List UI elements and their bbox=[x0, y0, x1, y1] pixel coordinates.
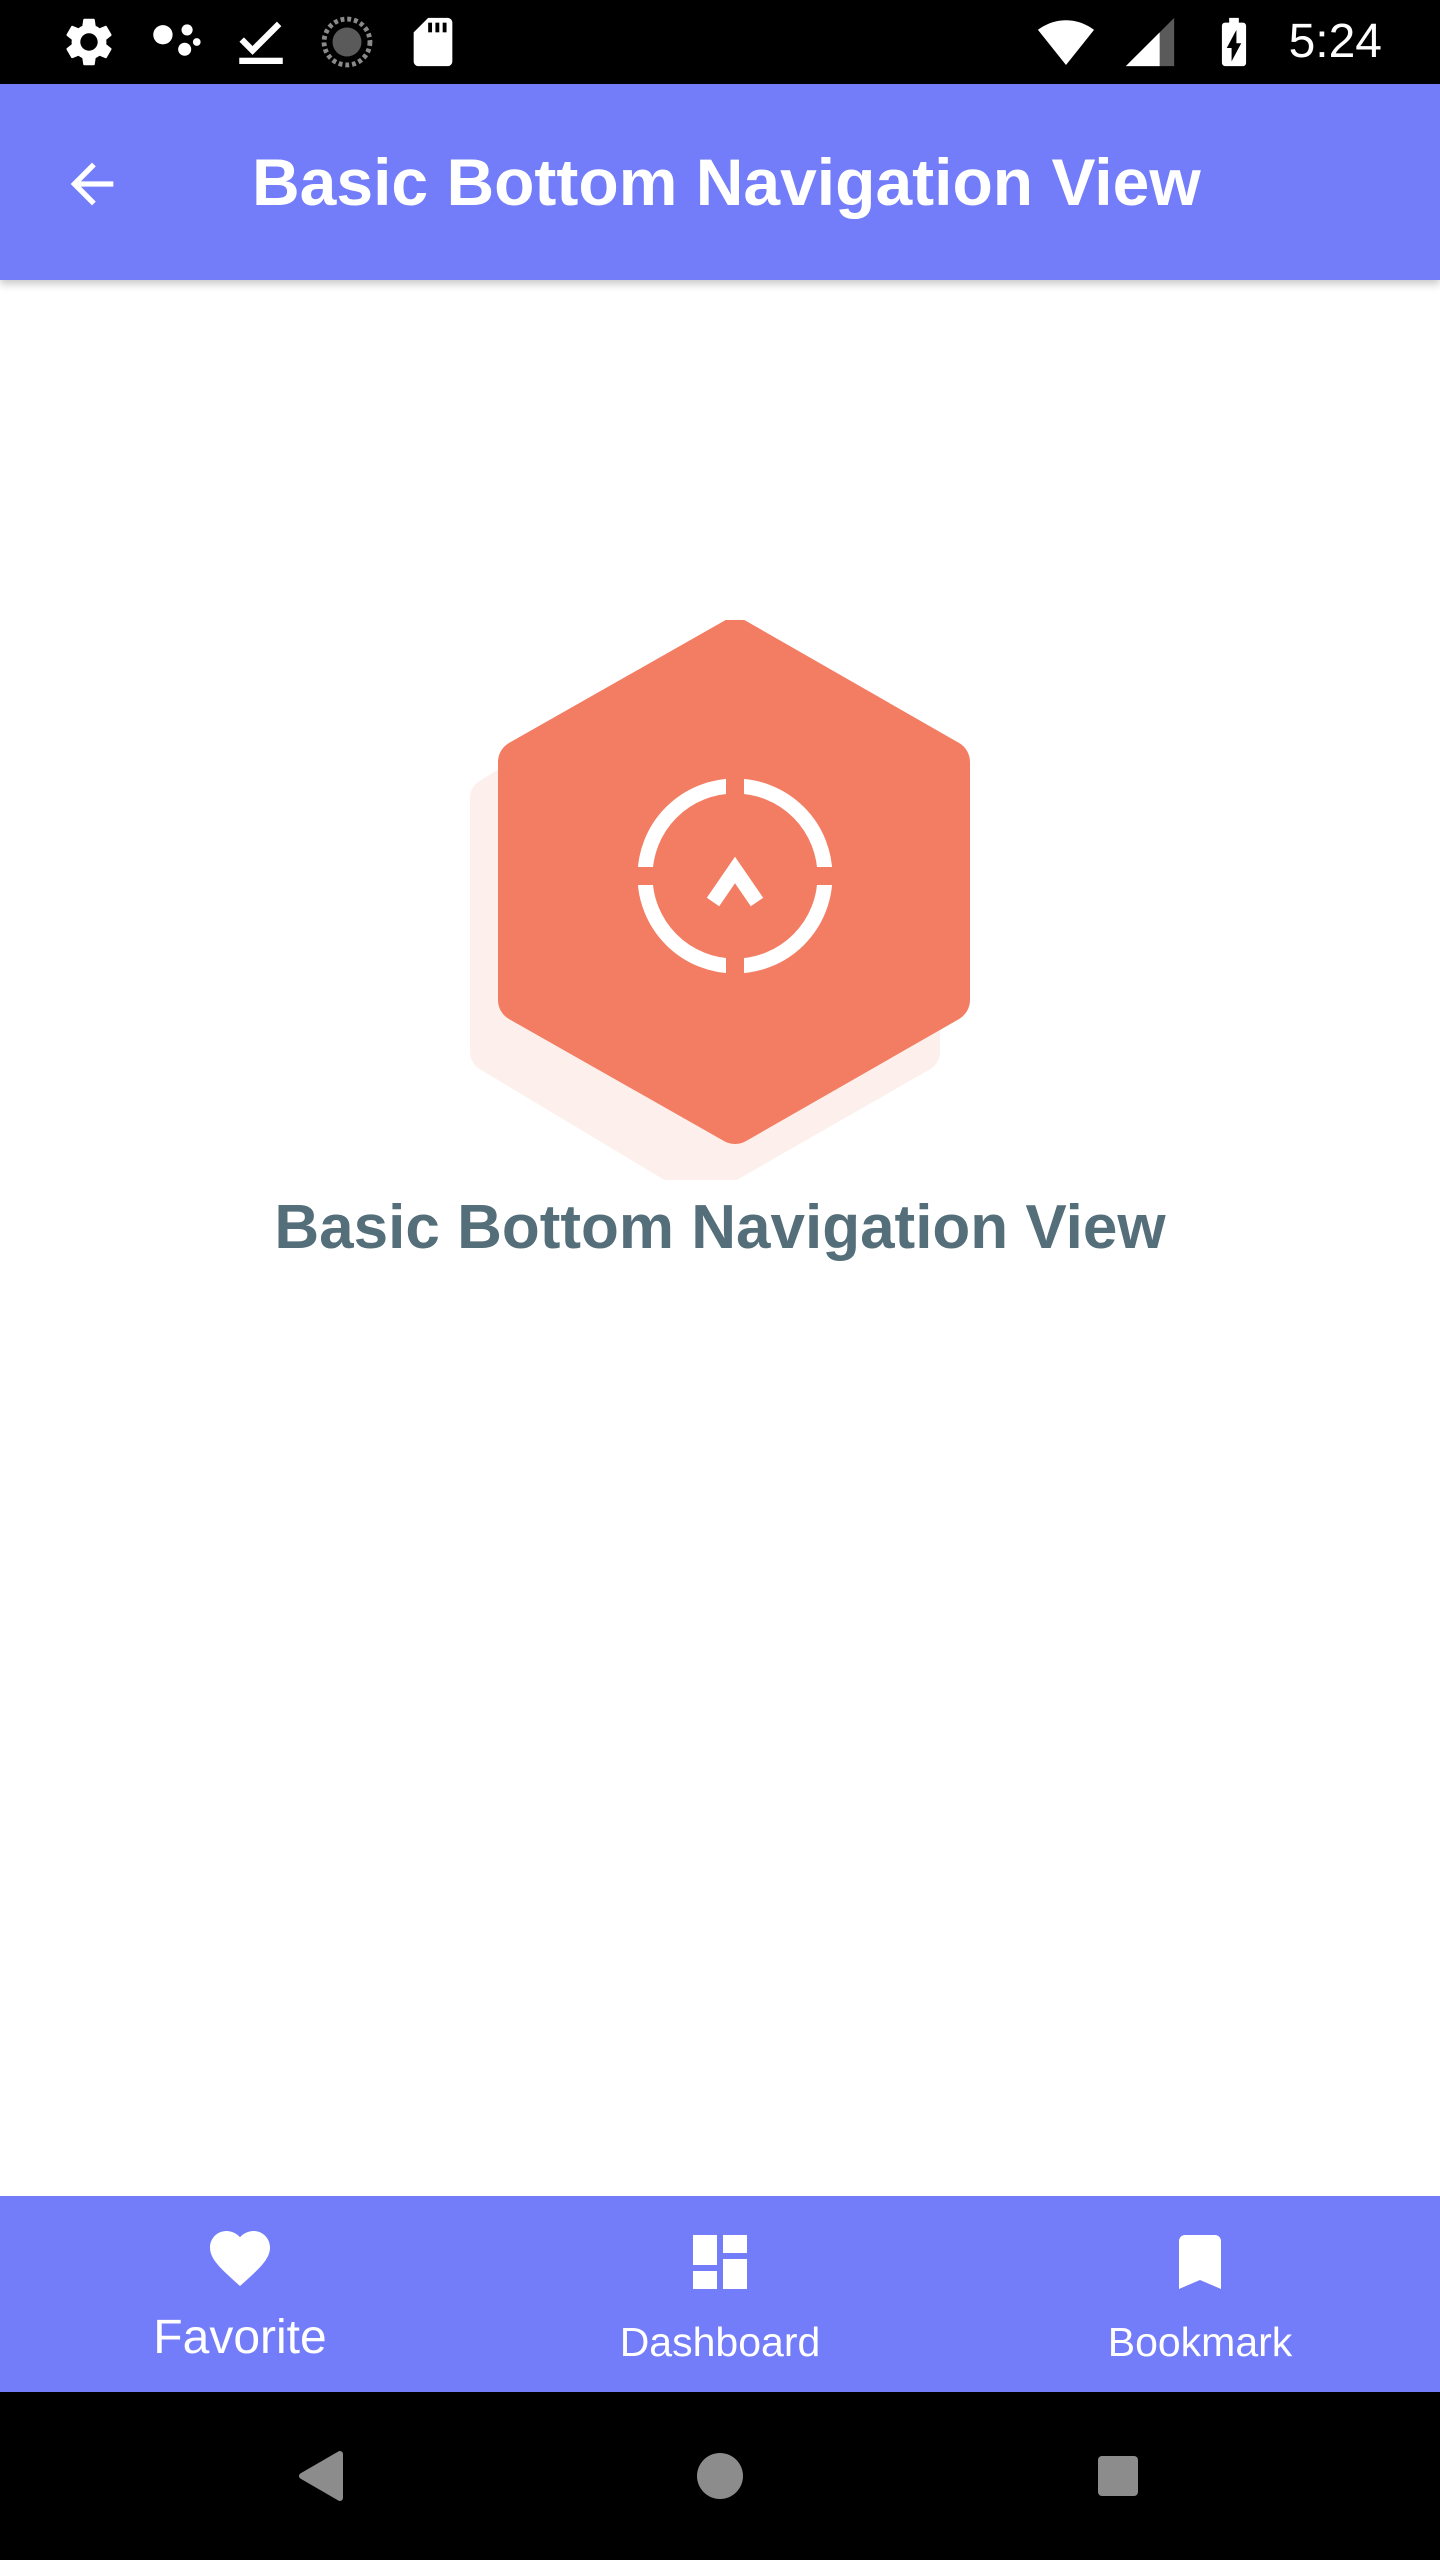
nav-label-dashboard: Dashboard bbox=[619, 2319, 821, 2365]
heart-icon bbox=[210, 2231, 270, 2287]
back-button[interactable] bbox=[44, 136, 140, 232]
status-right-icons: 5:24 bbox=[1037, 0, 1382, 84]
wifi-icon bbox=[1037, 20, 1094, 65]
assistant-icon bbox=[153, 24, 201, 56]
home-circle-icon bbox=[697, 2453, 743, 2499]
arrow-back-icon bbox=[70, 162, 114, 206]
bottom-navigation: Favorite Dashboard Bookmark bbox=[0, 2196, 1440, 2392]
app-bar: Basic Bottom Navigation View bbox=[0, 84, 1440, 280]
signal-icon bbox=[1125, 17, 1174, 67]
status-time: 5:24 bbox=[1288, 15, 1382, 68]
system-recents-button[interactable] bbox=[1068, 2426, 1168, 2526]
status-bar: 5:24 bbox=[0, 0, 1440, 84]
target-hexagon-icon bbox=[470, 620, 970, 1180]
battery-charging-icon bbox=[1221, 17, 1246, 67]
settings-icon bbox=[66, 18, 112, 66]
sd-card-icon bbox=[413, 17, 453, 67]
nav-item-bookmark[interactable]: Bookmark bbox=[960, 2196, 1440, 2392]
nav-label-bookmark: Bookmark bbox=[1107, 2319, 1293, 2365]
system-navigation-bar bbox=[0, 2392, 1440, 2560]
system-home-button[interactable] bbox=[670, 2426, 770, 2526]
nav-label-favorite: Favorite bbox=[153, 2311, 327, 2364]
dashboard-icon bbox=[693, 2235, 747, 2289]
recents-square-icon bbox=[1098, 2456, 1138, 2496]
system-back-button[interactable] bbox=[270, 2426, 370, 2526]
nav-item-favorite[interactable]: Favorite bbox=[0, 2196, 480, 2392]
content-title: Basic Bottom Navigation View bbox=[274, 1193, 1166, 1262]
bookmark-icon bbox=[1179, 2235, 1221, 2289]
status-left-icons bbox=[60, 0, 462, 84]
sync-icon bbox=[321, 16, 373, 68]
screen: 5:24 Basic Bottom Navigation View Basic … bbox=[0, 0, 1440, 2560]
download-done-icon bbox=[239, 21, 283, 64]
app-bar-title: Basic Bottom Navigation View bbox=[252, 145, 1201, 219]
back-triangle-icon bbox=[299, 2451, 343, 2501]
nav-item-dashboard[interactable]: Dashboard bbox=[480, 2196, 960, 2392]
